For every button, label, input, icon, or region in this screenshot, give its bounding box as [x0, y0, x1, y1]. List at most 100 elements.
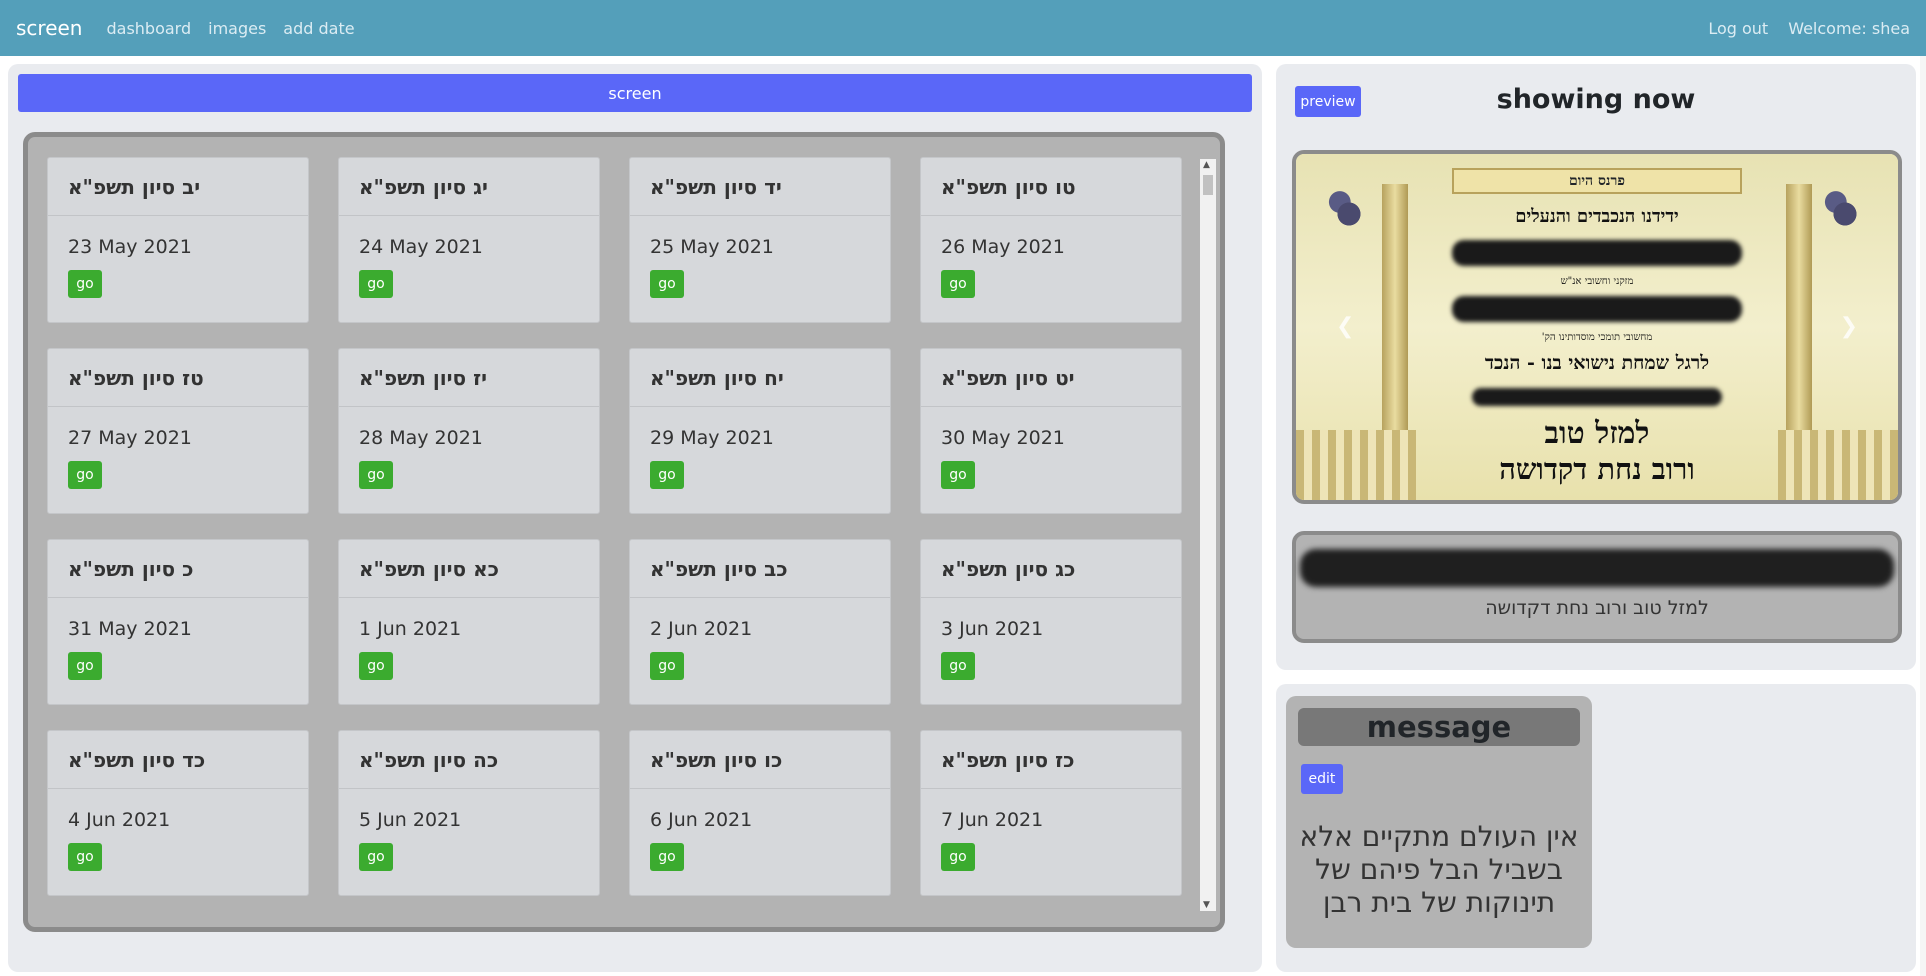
- date-card: כו סיון תשפ"א 6 Jun 2021 go: [629, 730, 891, 896]
- hebrew-date: יד סיון תשפ"א: [650, 174, 782, 199]
- go-button[interactable]: go: [941, 270, 975, 298]
- gregorian-date: 31 May 2021: [68, 618, 192, 640]
- hebrew-date: כה סיון תשפ"א: [359, 747, 499, 772]
- gregorian-date: 23 May 2021: [68, 236, 192, 258]
- gregorian-date: 29 May 2021: [650, 427, 774, 449]
- date-card: כה סיון תשפ"א 5 Jun 2021 go: [338, 730, 600, 896]
- gregorian-date: 7 Jun 2021: [941, 809, 1044, 831]
- slide-line-2: מזקני וחשובי אנ"ש: [1560, 276, 1634, 287]
- go-button[interactable]: go: [650, 843, 684, 871]
- scroll-up-icon[interactable]: ▲: [1203, 160, 1210, 170]
- redacted-name-2: [1452, 296, 1742, 322]
- go-button[interactable]: go: [941, 461, 975, 489]
- date-card: כד סיון תשפ"א 4 Jun 2021 go: [47, 730, 309, 896]
- date-card-header: כז סיון תשפ"א: [921, 731, 1181, 789]
- hebrew-date: יב סיון תשפ"א: [68, 174, 201, 199]
- page-scrollbar[interactable]: [1920, 56, 1926, 976]
- go-button[interactable]: go: [359, 461, 393, 489]
- grapes-left-icon: [1326, 184, 1372, 244]
- slide-line-5: למזל טוב: [1544, 416, 1650, 451]
- hebrew-date: יח סיון תשפ"א: [650, 365, 784, 390]
- image-carousel[interactable]: פרנס היום ידידנו הנכבדים והנעלים מזקני ו…: [1292, 150, 1902, 504]
- screen-button[interactable]: screen: [18, 74, 1252, 112]
- redacted-name-3: [1472, 388, 1722, 406]
- message-title: message: [1298, 708, 1580, 746]
- date-card: כא סיון תשפ"א 1 Jun 2021 go: [338, 539, 600, 705]
- dates-grid-frame: יב סיון תשפ"א 23 May 2021 go יג סיון תשפ"א 2…: [23, 132, 1225, 932]
- gregorian-date: 24 May 2021: [359, 236, 483, 258]
- caption-text: למזל טוב ורוב נחת דקדושה: [1485, 597, 1709, 619]
- hebrew-date: כד סיון תשפ"א: [68, 747, 206, 772]
- logout-link[interactable]: Log out: [1708, 19, 1768, 38]
- date-card: כג סיון תשפ"א 3 Jun 2021 go: [920, 539, 1182, 705]
- slide-line-1: ידידנו הנכבדים והנעלים: [1515, 206, 1679, 227]
- go-button[interactable]: go: [359, 843, 393, 871]
- date-card-header: יז סיון תשפ"א: [339, 349, 599, 407]
- dates-grid: יב סיון תשפ"א 23 May 2021 go יג סיון תשפ"א 2…: [47, 157, 1182, 896]
- date-card: יב סיון תשפ"א 23 May 2021 go: [47, 157, 309, 323]
- go-button[interactable]: go: [68, 461, 102, 489]
- message-text: אין העולם מתקיים אלא בשביל הבל פיהם של ת…: [1299, 820, 1579, 919]
- go-button[interactable]: go: [941, 652, 975, 680]
- date-card-header: כ סיון תשפ"א: [48, 540, 308, 598]
- hebrew-date: כג סיון תשפ"א: [941, 556, 1076, 581]
- date-card-header: יד סיון תשפ"א: [630, 158, 890, 216]
- gregorian-date: 25 May 2021: [650, 236, 774, 258]
- date-card-header: כד סיון תשפ"א: [48, 731, 308, 789]
- brand-link[interactable]: screen: [16, 16, 82, 40]
- date-card-header: כו סיון תשפ"א: [630, 731, 890, 789]
- slide-image: פרנס היום ידידנו הנכבדים והנעלים מזקני ו…: [1296, 154, 1898, 500]
- go-button[interactable]: go: [359, 270, 393, 298]
- gregorian-date: 1 Jun 2021: [359, 618, 462, 640]
- hebrew-date: כו סיון תשפ"א: [650, 747, 783, 772]
- grapes-right-icon: [1822, 184, 1868, 244]
- nav-images[interactable]: images: [208, 19, 266, 38]
- dates-panel: screen יב סיון תשפ"א 23 May 2021 go יג סיון…: [8, 64, 1262, 972]
- gregorian-date: 30 May 2021: [941, 427, 1065, 449]
- go-button[interactable]: go: [68, 652, 102, 680]
- date-card-header: כב סיון תשפ"א: [630, 540, 890, 598]
- grid-scrollbar[interactable]: ▲ ▼: [1200, 159, 1216, 911]
- date-card-header: יח סיון תשפ"א: [630, 349, 890, 407]
- date-card: כז סיון תשפ"א 7 Jun 2021 go: [920, 730, 1182, 896]
- go-button[interactable]: go: [68, 843, 102, 871]
- redacted-name-1: [1452, 240, 1742, 266]
- balustrade-left: [1296, 430, 1416, 500]
- edit-button[interactable]: edit: [1301, 764, 1343, 794]
- slide-line-6: ורוב נחת דקדושה: [1499, 452, 1695, 486]
- date-card: כב סיון תשפ"א 2 Jun 2021 go: [629, 539, 891, 705]
- date-card: יג סיון תשפ"א 24 May 2021 go: [338, 157, 600, 323]
- date-card: טז סיון תשפ"א 27 May 2021 go: [47, 348, 309, 514]
- go-button[interactable]: go: [68, 270, 102, 298]
- go-button[interactable]: go: [941, 843, 975, 871]
- date-card-header: כג סיון תשפ"א: [921, 540, 1181, 598]
- nav-add-date[interactable]: add date: [283, 19, 354, 38]
- caption-box: למזל טוב ורוב נחת דקדושה: [1292, 531, 1902, 643]
- carousel-prev-icon[interactable]: ❮: [1336, 314, 1354, 339]
- go-button[interactable]: go: [650, 461, 684, 489]
- slide-line-4: לרגל שמחת נישואי בנו - הנכד: [1484, 352, 1710, 374]
- slide-line-3: מחשובי תומכי מוסדותינו הק': [1541, 332, 1653, 343]
- go-button[interactable]: go: [359, 652, 393, 680]
- welcome-user[interactable]: Welcome: shea: [1788, 19, 1910, 38]
- carousel-next-icon[interactable]: ❯: [1840, 314, 1858, 339]
- date-card: יט סיון תשפ"א 30 May 2021 go: [920, 348, 1182, 514]
- date-card-header: יט סיון תשפ"א: [921, 349, 1181, 407]
- scroll-down-icon[interactable]: ▼: [1203, 900, 1210, 910]
- scroll-thumb[interactable]: [1203, 175, 1213, 195]
- showing-now-title: showing now: [1496, 84, 1696, 115]
- nav-dashboard[interactable]: dashboard: [106, 19, 191, 38]
- go-button[interactable]: go: [650, 652, 684, 680]
- hebrew-date: טז סיון תשפ"א: [68, 365, 204, 390]
- date-card: יח סיון תשפ"א 29 May 2021 go: [629, 348, 891, 514]
- gregorian-date: 26 May 2021: [941, 236, 1065, 258]
- date-card-header: טו סיון תשפ"א: [921, 158, 1181, 216]
- hebrew-date: טו סיון תשפ"א: [941, 174, 1076, 199]
- go-button[interactable]: go: [650, 270, 684, 298]
- hebrew-date: כז סיון תשפ"א: [941, 747, 1075, 772]
- date-card: טו סיון תשפ"א 26 May 2021 go: [920, 157, 1182, 323]
- date-card: יד סיון תשפ"א 25 May 2021 go: [629, 157, 891, 323]
- hebrew-date: כב סיון תשפ"א: [650, 556, 788, 581]
- date-card-header: כה סיון תשפ"א: [339, 731, 599, 789]
- hebrew-date: יט סיון תשפ"א: [941, 365, 1075, 390]
